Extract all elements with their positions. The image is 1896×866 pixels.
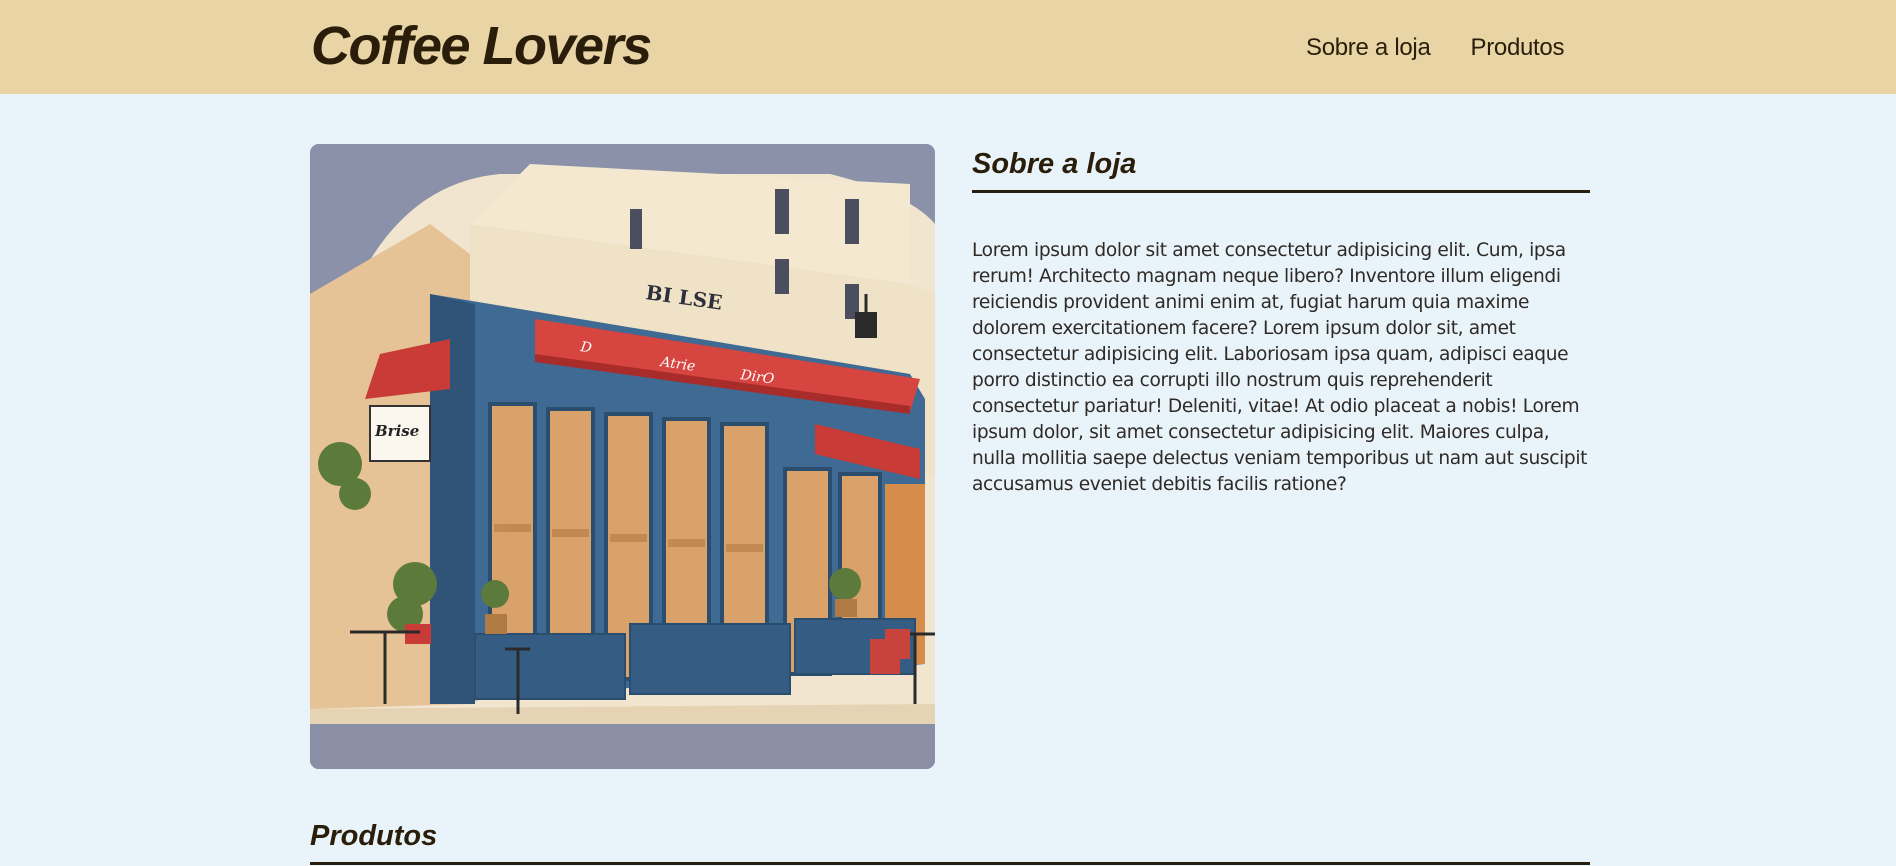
- about-section: Sobre a loja Lorem ipsum dolor sit amet …: [972, 144, 1590, 498]
- store-photo: BI LSE D Atrie DirO Brise: [310, 144, 935, 769]
- about-body: Lorem ipsum dolor sit amet consectetur a…: [972, 240, 1588, 495]
- main-nav: Sobre a loja Produtos: [1306, 30, 1564, 66]
- products-title: Produtos: [310, 818, 1590, 865]
- about-title: Sobre a loja: [972, 144, 1590, 193]
- svg-text:Brise: Brise: [374, 422, 419, 440]
- nav-link-sobre-a-loja[interactable]: Sobre a loja: [1306, 30, 1431, 66]
- brand-logo[interactable]: Coffee Lovers: [311, 14, 652, 78]
- products-section: Produtos: [310, 818, 1590, 865]
- svg-text:D: D: [578, 339, 592, 357]
- site-header: Coffee Lovers Sobre a loja Produtos: [0, 0, 1896, 94]
- nav-link-produtos[interactable]: Produtos: [1471, 30, 1565, 66]
